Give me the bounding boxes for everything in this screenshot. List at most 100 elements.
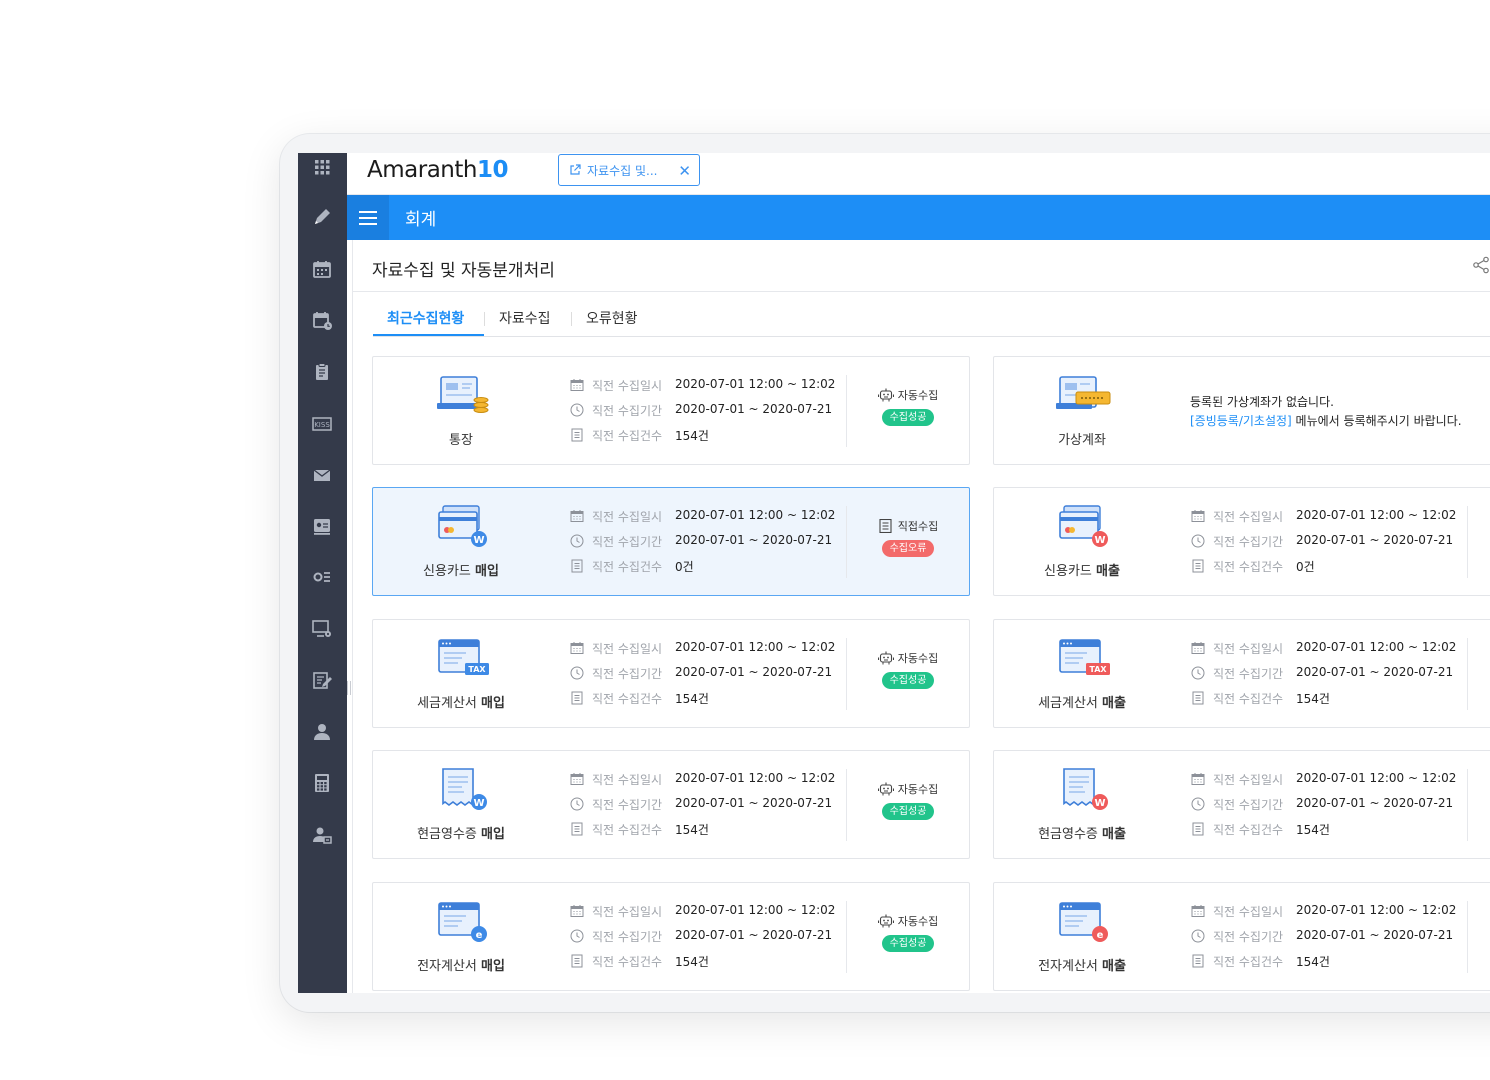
list-doc-icon [571, 822, 583, 836]
user-admin-icon[interactable] [310, 823, 334, 847]
credit-card-purchase-icon: W [435, 504, 491, 552]
status-badge: 수집성공 [881, 935, 935, 952]
open-document-tab-label: 자료수집 및... [587, 163, 658, 178]
last-collection-count-label: 직전 수집건수 [592, 955, 663, 969]
card-divider [1467, 638, 1468, 710]
hamburger-menu-button[interactable] [347, 195, 389, 240]
card-name: 현금영수증 매출 [1038, 827, 1126, 842]
last-collection-period: 2020-07-01 ~ 2020-07-21 [675, 533, 833, 547]
clock-icon [570, 666, 584, 680]
card-divider [1467, 769, 1468, 841]
card-name: 전자계산서 매입 [417, 959, 505, 974]
last-collection-count-label: 직전 수집건수 [592, 692, 663, 706]
last-collection-date-label: 직전 수집일시 [592, 510, 663, 524]
last-collection-date: 2020-07-01 12:00 ~ 12:02 [675, 377, 836, 391]
clipboard-icon[interactable] [310, 360, 334, 384]
collection-card[interactable]: W 현금영수증 매출 직전 수집일시 2020-07-01 12:00 ~ 12:… [993, 750, 1490, 859]
calculator-icon[interactable] [310, 771, 334, 795]
app-logo[interactable]: Amaranth10 [367, 157, 508, 183]
card-divider [846, 638, 847, 710]
calendar-small-icon [1191, 510, 1205, 522]
card-name: 신용카드 매입 [423, 564, 499, 579]
last-collection-count: 154건 [1296, 823, 1330, 837]
top-bar: Amaranth10 자료수집 및... ✕ [347, 153, 1490, 195]
last-collection-count-label: 직전 수집건수 [592, 823, 663, 837]
pen-icon[interactable] [310, 205, 334, 229]
clock-icon [570, 797, 584, 811]
collection-method: 자동수집 [853, 781, 963, 797]
module-title: 회계 [405, 210, 437, 230]
share-icon[interactable] [1472, 256, 1490, 274]
person-icon[interactable] [310, 720, 334, 744]
tab-recent-collection[interactable]: 최근수집현황 [387, 308, 464, 328]
last-collection-period: 2020-07-01 ~ 2020-07-21 [675, 928, 833, 942]
open-document-tab[interactable]: 자료수집 및... ✕ [558, 154, 700, 186]
tax-invoice-purchase-icon: TAX [435, 636, 491, 684]
cash-receipt-purchase-icon: W [435, 767, 491, 815]
apps-grid-icon[interactable] [310, 155, 334, 179]
collection-card[interactable]: 통장 직전 수집일시 2020-07-01 12:00 ~ 12:02 직전 수집… [372, 356, 970, 465]
collection-card[interactable]: 가상계좌 등록된 가상계좌가 없습니다. [증빙등록/기초설정] 메뉴에서 등록… [993, 356, 1490, 465]
collection-card[interactable]: e 전자계산서 매입 직전 수집일시 2020-07-01 12:00 ~ 12:… [372, 882, 970, 991]
collection-card[interactable]: W 신용카드 매입 직전 수집일시 2020-07-01 12:00 ~ 12:0… [372, 487, 970, 596]
card-name: 세금계산서 매입 [417, 696, 505, 711]
evidence-settings-link[interactable]: [증빙등록/기초설정] [1190, 414, 1292, 428]
card-divider [1467, 901, 1468, 973]
calendar-icon[interactable] [310, 257, 334, 281]
credit-card-sales-icon: W [1056, 504, 1112, 552]
last-collection-date: 2020-07-01 12:00 ~ 12:02 [1296, 771, 1457, 785]
sidebar-resize-handle[interactable] [347, 681, 351, 695]
module-header: 회계 [347, 195, 1490, 240]
manual-doc-icon [879, 519, 892, 533]
last-collection-period-label: 직전 수집기간 [592, 404, 663, 418]
last-collection-count: 0건 [675, 560, 694, 574]
card-divider [846, 506, 847, 578]
id-card-icon[interactable] [310, 514, 334, 538]
clock-icon [1191, 666, 1205, 680]
card-divider [846, 375, 847, 447]
calendar-small-icon [570, 510, 584, 522]
kiss-icon[interactable]: KISS [310, 411, 334, 435]
tab-data-collection[interactable]: 자료수집 [499, 308, 551, 328]
last-collection-period: 2020-07-01 ~ 2020-07-21 [1296, 665, 1454, 679]
robot-icon [877, 914, 894, 928]
collection-card[interactable]: W 현금영수증 매입 직전 수집일시 2020-07-01 12:00 ~ 12:… [372, 750, 970, 859]
tab-error-status[interactable]: 오류현황 [586, 308, 638, 328]
hamburger-icon [359, 210, 377, 225]
status-badge: 수집성공 [881, 409, 935, 426]
collection-card[interactable]: TAX 세금계산서 매입 직전 수집일시 2020-07-01 12:00 ~ 1… [372, 619, 970, 728]
last-collection-period: 2020-07-01 ~ 2020-07-21 [675, 665, 833, 679]
last-collection-count-label: 직전 수집건수 [1213, 560, 1284, 574]
collection-card[interactable]: W 신용카드 매출 직전 수집일시 2020-07-01 12:00 ~ 12:0… [993, 487, 1490, 596]
last-collection-period-label: 직전 수집기간 [1213, 667, 1284, 681]
edit-doc-icon[interactable] [310, 668, 334, 692]
cash-receipt-sales-icon: W [1056, 767, 1112, 815]
settings-list-icon[interactable] [310, 565, 334, 589]
collection-card[interactable]: e 전자계산서 매출 직전 수집일시 2020-07-01 12:00 ~ 12:… [993, 882, 1490, 991]
mail-icon[interactable] [310, 463, 334, 487]
last-collection-date: 2020-07-01 12:00 ~ 12:02 [675, 508, 836, 522]
monitor-gear-icon[interactable] [310, 617, 334, 641]
collection-status: 자동수집 수집성공 [853, 650, 963, 689]
clock-icon [570, 929, 584, 943]
sidebar: KISS [298, 153, 347, 993]
bankbook-icon [435, 373, 491, 421]
virtual-account-icon [1056, 373, 1112, 421]
tabs-divider [373, 336, 1490, 337]
card-name: 세금계산서 매출 [1038, 696, 1126, 711]
svg-text:W: W [1094, 535, 1105, 546]
close-icon[interactable]: ✕ [678, 162, 691, 180]
last-collection-period-label: 직전 수집기간 [592, 535, 663, 549]
collection-card[interactable]: TAX 세금계산서 매출 직전 수집일시 2020-07-01 12:00 ~ 1… [993, 619, 1490, 728]
last-collection-period: 2020-07-01 ~ 2020-07-21 [675, 402, 833, 416]
calendar-small-icon [1191, 905, 1205, 917]
status-badge: 수집성공 [881, 672, 935, 689]
list-doc-icon [571, 691, 583, 705]
schedule-icon[interactable] [310, 308, 334, 332]
list-doc-icon [1192, 559, 1204, 573]
last-collection-period: 2020-07-01 ~ 2020-07-21 [1296, 796, 1454, 810]
last-collection-date: 2020-07-01 12:00 ~ 12:02 [1296, 508, 1457, 522]
collection-status: 자동수집 수집성공 [853, 781, 963, 820]
last-collection-period: 2020-07-01 ~ 2020-07-21 [675, 796, 833, 810]
calendar-small-icon [570, 773, 584, 785]
